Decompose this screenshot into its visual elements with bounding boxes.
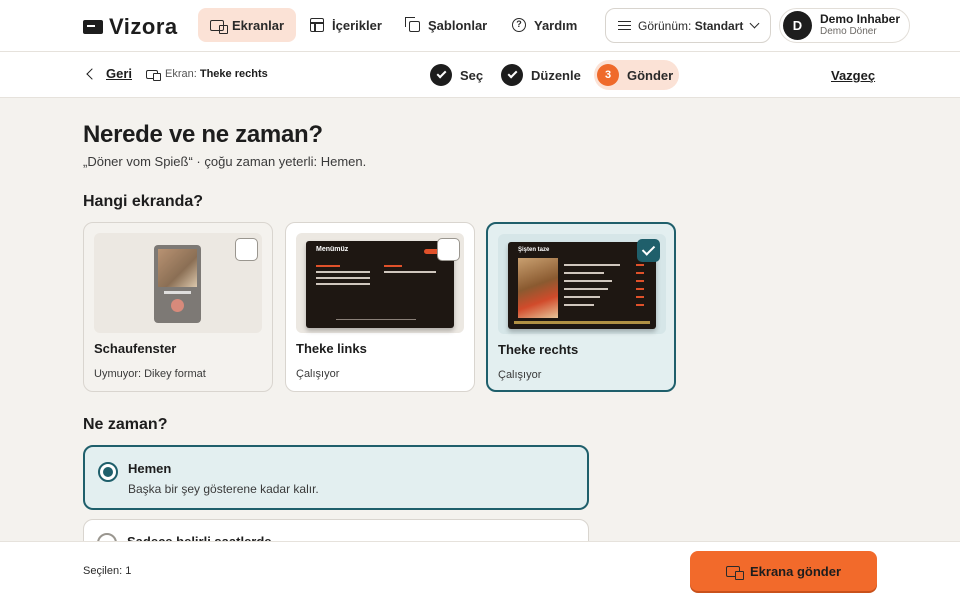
send-button-label: Ekrana gönder (749, 563, 842, 579)
step-label: Gönder (627, 67, 674, 83)
user-business: Demo Döner (820, 26, 877, 37)
screen-icon (725, 565, 744, 580)
avatar: D (783, 11, 812, 40)
nav-item-label: Yardım (534, 17, 578, 33)
sliders-icon (618, 20, 631, 31)
logo-mark-icon (83, 20, 103, 34)
nav-item-ekranlar[interactable]: Ekranlar (198, 8, 297, 42)
step-sec[interactable]: Seç (427, 60, 489, 90)
step-number: 3 (597, 64, 619, 86)
breadcrumb-text: Ekran: Theke rechts (165, 68, 268, 80)
preview-title: Menümüz (316, 246, 349, 253)
screen-status: Çalışıyor (296, 368, 340, 380)
screen-icon (210, 19, 228, 34)
screens-heading: Hangi ekranda? (83, 193, 204, 210)
food-image (518, 258, 558, 318)
help-icon: ? (512, 18, 526, 32)
check-icon (501, 64, 523, 86)
page-title: Nerede ve ne zaman? (83, 121, 323, 148)
selected-count: Seçilen: 1 (83, 565, 132, 577)
footer-bar: Seçilen: 1 Ekrana gönder (0, 541, 960, 600)
nav-item-label: Şablonlar (428, 17, 488, 33)
screen-card-theke-rechts[interactable]: Şişten taze Theke rechts Çalışıyor (486, 222, 676, 392)
chevron-down-icon (749, 18, 760, 29)
screen-name: Schaufenster (94, 341, 177, 356)
user-name: Demo Inhaber (820, 12, 901, 26)
screen-checkbox[interactable] (437, 238, 460, 261)
screen-card-schaufenster[interactable]: Schaufenster Uymuyor: Dikey format (83, 222, 273, 392)
step-gonder[interactable]: 3 Gönder (594, 60, 680, 90)
screen-status: Uymuyor: Dikey format (94, 368, 206, 380)
screen-icon (146, 69, 161, 81)
screen-status: Çalışıyor (498, 369, 542, 381)
nav-item-yardim[interactable]: ? Yardım (500, 8, 589, 42)
step-label: Seç (460, 67, 484, 83)
logo[interactable]: Vizora (83, 14, 178, 40)
page-subtitle: „Döner vom Spieß“ · çoğu zaman yeterli: … (83, 154, 367, 169)
step-label: Düzenle (531, 67, 581, 83)
back-button[interactable]: Geri (86, 66, 133, 81)
wizard-bar: Geri Ekran: Theke rechts Seç Düzenle 3 G… (0, 52, 960, 98)
nav-item-label: Ekranlar (232, 17, 285, 33)
option-description: Başka bir şey gösterene kadar kalır. (128, 482, 319, 496)
logo-text: Vizora (109, 14, 178, 39)
chevron-left-icon (86, 67, 98, 80)
nav-item-icerikler[interactable]: İçerikler (298, 8, 394, 42)
back-label: Geri (106, 66, 133, 81)
nav-item-sablonlar[interactable]: Şablonlar (394, 8, 499, 42)
check-icon (430, 64, 452, 86)
radio-selected[interactable] (98, 462, 118, 482)
view-select[interactable]: Görünüm: Standart (605, 8, 771, 43)
landscape-preview: Şişten taze (508, 242, 656, 329)
view-select-label: Görünüm: Standart (638, 18, 744, 33)
screen-name: Theke rechts (498, 342, 579, 357)
screen-checkbox[interactable] (235, 238, 258, 261)
when-heading: Ne zaman? (83, 416, 168, 433)
preview-title: Şişten taze (518, 247, 550, 253)
screen-checkbox-checked[interactable] (637, 239, 660, 262)
top-navigation: Vizora Ekranlar İçerikler Şablonlar ? Ya… (0, 0, 960, 52)
landscape-preview: Menümüz (306, 241, 454, 328)
step-duzenle[interactable]: Düzenle (498, 60, 587, 90)
copy-icon (405, 17, 420, 32)
option-title: Hemen (128, 461, 172, 476)
option-hemen[interactable]: Hemen Başka bir şey gösterene kadar kalı… (83, 445, 589, 510)
screen-card-theke-links[interactable]: Menümüz Theke links Çalışıyor (285, 222, 475, 392)
send-to-screen-button[interactable]: Ekrana gönder (690, 551, 877, 591)
table-icon (310, 18, 324, 32)
user-menu[interactable]: D Demo Inhaber Demo Döner (779, 8, 910, 43)
portrait-preview (154, 245, 201, 323)
breadcrumb: Ekran: Theke rechts (146, 68, 268, 81)
screen-name: Theke links (296, 341, 367, 356)
cancel-link[interactable]: Vazgeç (831, 68, 875, 83)
nav-item-label: İçerikler (332, 17, 382, 33)
